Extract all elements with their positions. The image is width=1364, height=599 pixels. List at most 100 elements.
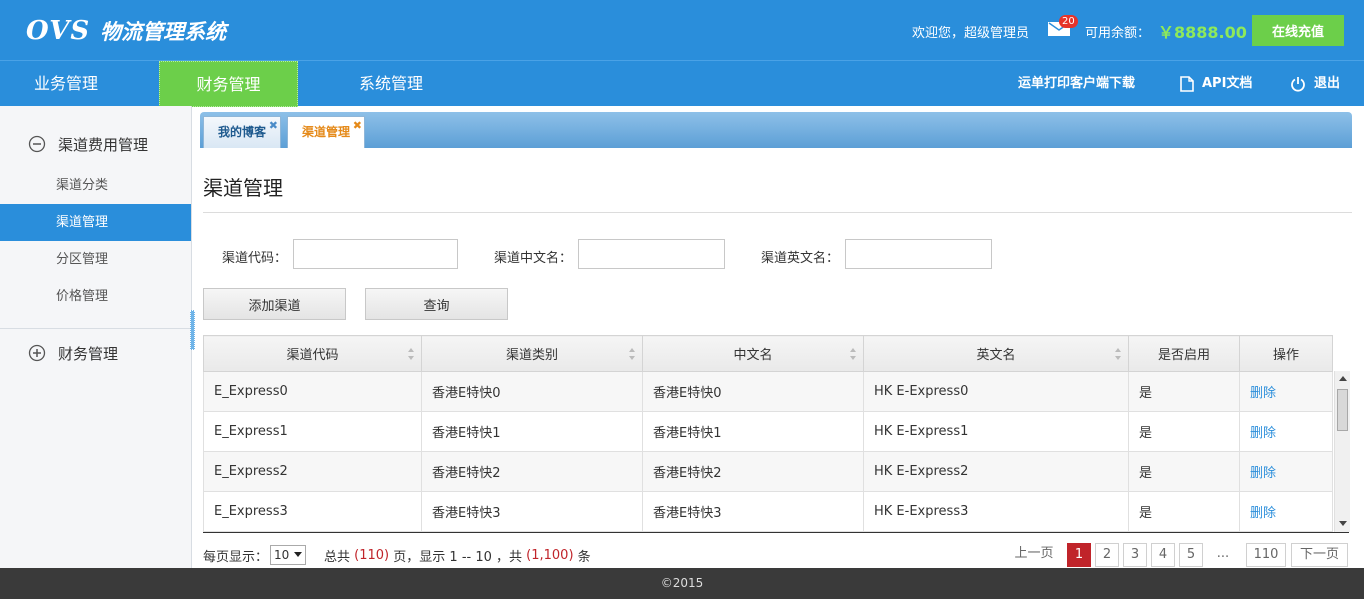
tab-channel-management[interactable]: 渠道管理 ✖ [287,116,366,148]
delete-link[interactable]: 删除 [1250,506,1276,521]
column-header-actions: 操作 [1239,335,1333,372]
table-header-row: 渠道代码 渠道类别 中文名 英文名 是否启用 操作 [203,335,1333,372]
app-title: 物流管理系统 [100,20,227,44]
plus-circle-icon [28,344,46,362]
sidebar-item-price-management[interactable]: 价格管理 [0,278,191,315]
per-page-select[interactable]: 10 [270,545,307,565]
channel-code-label: 渠道代码： [222,251,288,266]
pager-summary: 每页显示： 10 总共 (110) 页，显示 1 -- 10 ，共 (1,100… [203,545,591,565]
next-page-button[interactable]: 下一页 [1291,543,1348,567]
column-header-category[interactable]: 渠道类别 [421,335,643,372]
nav-finance[interactable]: 财务管理 [159,61,298,107]
pager-ellipsis: ... [1216,546,1230,561]
prev-page-button[interactable]: 上一页 [1006,543,1062,567]
column-header-label: 英文名 [976,348,1016,363]
sidebar-item-zone-management[interactable]: 分区管理 [0,241,191,278]
balance-value: ￥8888.00 [1158,23,1247,42]
title-divider [203,212,1352,213]
delete-link[interactable]: 删除 [1250,426,1276,441]
page-2-button[interactable]: 2 [1095,543,1119,567]
cell-category: 香港E特快0 [421,371,643,412]
per-page-label: 每页显示： [203,549,269,565]
table-row[interactable]: E_Express2 香港E特快2 香港E特快2 HK E-Express2 是… [203,451,1333,492]
cell-cn-name: 香港E特快2 [642,451,864,492]
document-icon [1180,76,1194,92]
api-docs-link[interactable]: API文档 [1180,61,1252,107]
sort-icon [408,348,414,360]
cell-category: 香港E特快1 [421,411,643,452]
sidebar-resize-handle[interactable] [190,310,195,350]
cell-enabled: 是 [1128,491,1240,532]
summary-suffix: 条 [577,549,591,565]
copyright: ©2015 [660,576,704,590]
page-4-button[interactable]: 4 [1151,543,1175,567]
sidebar-divider [0,328,191,329]
print-client-link[interactable]: 运单打印客户端下载 [1018,61,1135,107]
table-row[interactable]: E_Express3 香港E特快3 香港E特快3 HK E-Express3 是… [203,491,1333,532]
column-header-code[interactable]: 渠道代码 [203,335,422,372]
close-icon[interactable]: ✖ [353,111,362,141]
scrollbar-thumb[interactable] [1337,389,1348,431]
recharge-button[interactable]: 在线充值 [1252,15,1344,46]
cell-enabled: 是 [1128,451,1240,492]
footer: ©2015 [0,568,1364,599]
column-header-en-name[interactable]: 英文名 [863,335,1129,372]
close-icon[interactable]: ✖ [269,111,278,141]
cell-code: E_Express3 [203,491,422,532]
query-button[interactable]: 查询 [365,288,508,320]
cell-actions: 删除 [1239,371,1333,412]
column-header-label: 渠道类别 [505,348,558,363]
app-header: OVS 物流管理系统 欢迎您，超级管理员 20 可用余额： ￥8888.00 在… [0,0,1364,60]
page-1-button[interactable]: 1 [1067,543,1091,567]
column-header-label: 操作 [1272,348,1299,363]
power-icon [1291,77,1305,92]
cell-actions: 删除 [1239,411,1333,452]
cell-code: E_Express2 [203,451,422,492]
table-row[interactable]: E_Express1 香港E特快1 香港E特快1 HK E-Express1 是… [203,411,1333,452]
cell-actions: 删除 [1239,451,1333,492]
sort-icon [629,348,635,360]
sidebar-item-channel-management[interactable]: 渠道管理 [0,204,191,241]
scroll-down-icon[interactable] [1336,518,1350,528]
delete-link[interactable]: 删除 [1250,466,1276,481]
page-last-button[interactable]: 110 [1246,543,1286,567]
table-scrollbar[interactable] [1334,371,1350,532]
logout-label: 退出 [1314,76,1341,91]
channel-cn-name-label: 渠道中文名： [494,251,573,266]
channel-code-input[interactable] [293,239,458,269]
cell-enabled: 是 [1128,411,1240,452]
column-header-cn-name[interactable]: 中文名 [642,335,864,372]
delete-link[interactable]: 删除 [1250,386,1276,401]
total-items: (1,100) [526,547,574,563]
column-header-label: 中文名 [733,348,773,363]
tab-my-blog[interactable]: 我的博客 ✖ [203,116,282,148]
sidebar-group-finance[interactable]: 财务管理 [0,333,191,373]
tab-label: 我的博客 [218,125,267,139]
balance-label: 可用余额： [1085,26,1151,41]
sidebar-item-channel-category[interactable]: 渠道分类 [0,167,191,204]
table-row[interactable]: E_Express0 香港E特快0 香港E特快0 HK E-Express0 是… [203,371,1333,412]
nav-business[interactable]: 业务管理 [0,61,132,107]
nav-system[interactable]: 系统管理 [322,61,460,107]
page-3-button[interactable]: 3 [1123,543,1147,567]
add-channel-button[interactable]: 添加渠道 [203,288,346,320]
logo[interactable]: OVS 物流管理系统 [26,16,226,46]
cell-en-name: HK E-Express2 [863,451,1129,492]
summary-prefix: 总共 [324,549,351,565]
api-docs-label: API文档 [1202,76,1253,91]
cell-code: E_Express0 [203,371,422,412]
sidebar-group-label: 渠道费用管理 [58,135,149,154]
column-header-label: 渠道代码 [286,348,339,363]
page-5-button[interactable]: 5 [1179,543,1203,567]
tabs-bar: 我的博客 ✖ 渠道管理 ✖ [200,112,1352,148]
sidebar-group-channel-fee[interactable]: 渠道费用管理 [0,124,191,164]
scroll-up-icon[interactable] [1336,374,1350,384]
logout-link[interactable]: 退出 [1290,61,1340,107]
cell-en-name: HK E-Express1 [863,411,1129,452]
minus-circle-icon [28,135,46,153]
channel-en-name-input[interactable] [845,239,992,269]
channel-table: 渠道代码 渠道类别 中文名 英文名 是否启用 操作 E_Express0 香港E… [203,335,1349,533]
channel-cn-name-input[interactable] [578,239,725,269]
cell-en-name: HK E-Express3 [863,491,1129,532]
page-title: 渠道管理 [203,176,283,200]
